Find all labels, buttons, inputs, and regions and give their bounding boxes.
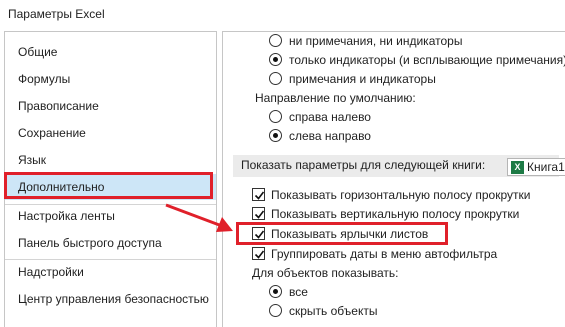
red-arrow-icon [165,203,233,232]
